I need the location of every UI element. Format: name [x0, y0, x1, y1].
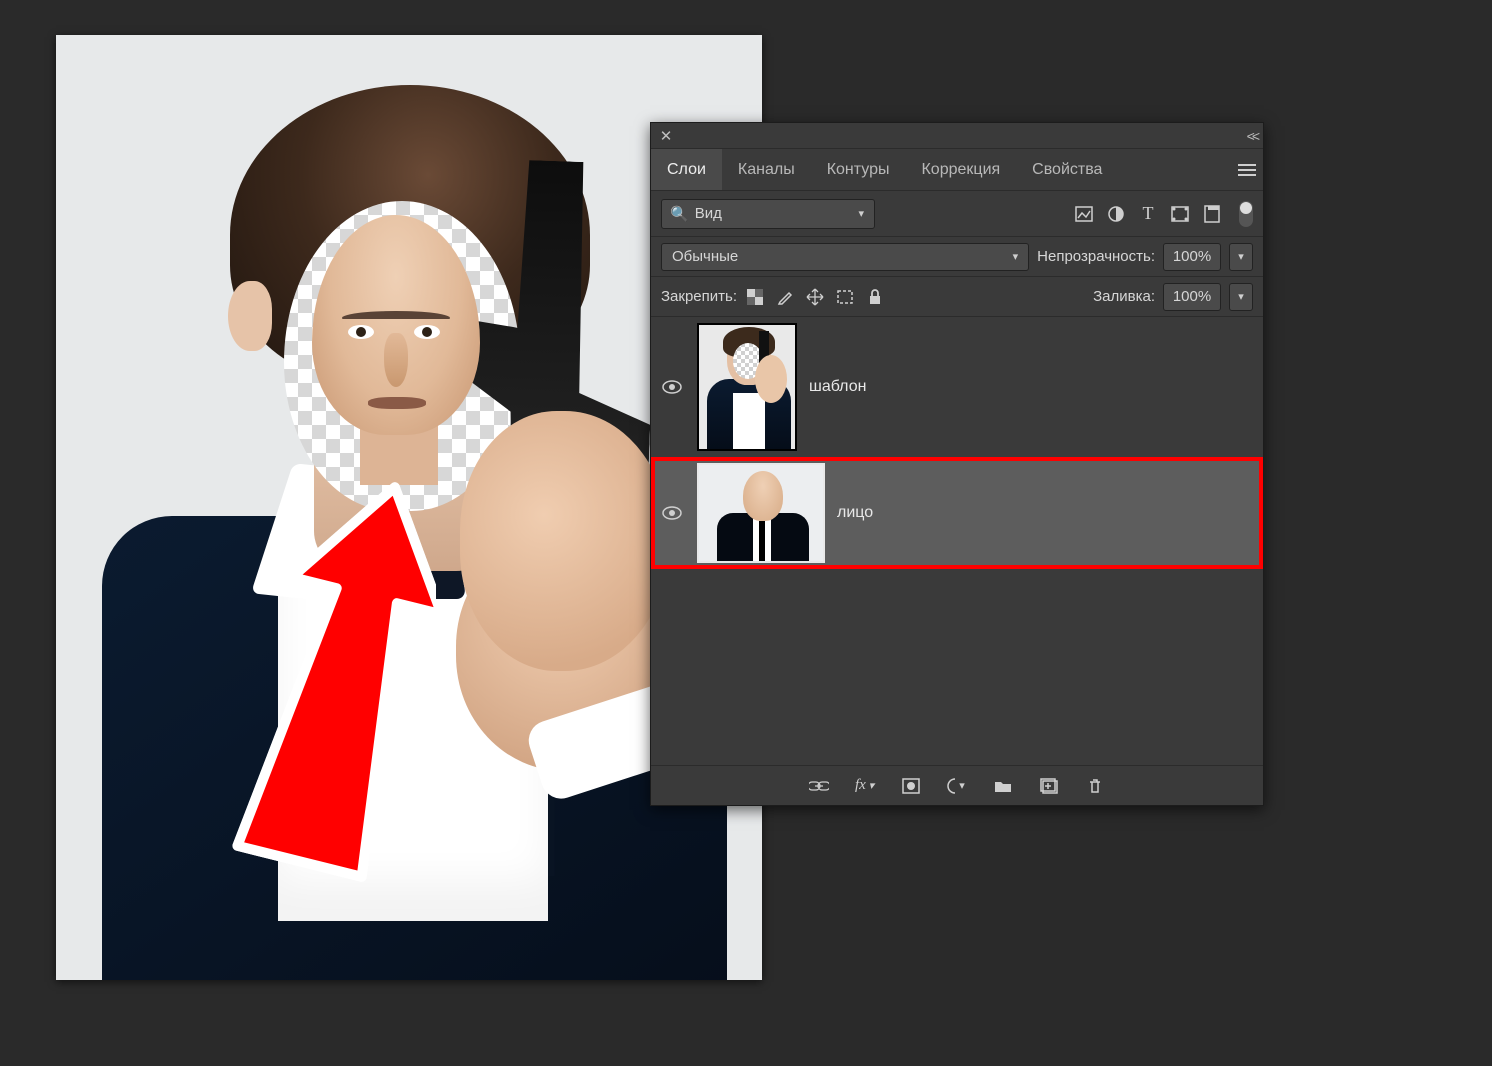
layer-filter-row: 🔍 Вид ▾ T: [651, 191, 1263, 237]
layers-panel-footer: fx▾ ▾: [651, 765, 1263, 805]
filter-toggle[interactable]: [1239, 201, 1253, 227]
filter-shape-icon[interactable]: [1171, 205, 1189, 223]
delete-layer-icon[interactable]: [1085, 776, 1105, 796]
layer-row-selected[interactable]: лицо: [651, 457, 1263, 569]
filter-kind-dropdown[interactable]: 🔍 Вид ▾: [661, 199, 875, 229]
add-mask-icon[interactable]: [901, 776, 921, 796]
tab-properties[interactable]: Свойства: [1016, 149, 1118, 190]
collapse-icon[interactable]: <<: [1247, 128, 1257, 144]
link-layers-icon[interactable]: [809, 776, 829, 796]
opacity-label: Непрозрачность:: [1037, 248, 1155, 265]
filter-adjust-icon[interactable]: [1107, 205, 1125, 223]
blend-mode-dropdown[interactable]: Обычные ▾: [661, 243, 1029, 271]
lock-all-icon[interactable]: [865, 287, 885, 307]
tab-paths[interactable]: Контуры: [811, 149, 906, 190]
layer-name[interactable]: шаблон: [809, 378, 866, 396]
blend-opacity-row: Обычные ▾ Непрозрачность: 100% ▾: [651, 237, 1263, 277]
new-group-icon[interactable]: [993, 776, 1013, 796]
fill-label: Заливка:: [1093, 288, 1155, 305]
fill-flyout[interactable]: ▾: [1229, 283, 1253, 311]
layer-list: шаблон лицо: [651, 317, 1263, 765]
close-icon[interactable]: ✕: [657, 127, 675, 145]
lock-pixels-icon[interactable]: [775, 287, 795, 307]
blend-mode-value: Обычные: [672, 248, 738, 265]
layer-thumbnail[interactable]: [697, 463, 825, 563]
panel-menu-icon[interactable]: [1231, 163, 1263, 177]
lock-position-icon[interactable]: [805, 287, 825, 307]
opacity-flyout[interactable]: ▾: [1229, 243, 1253, 271]
visibility-toggle[interactable]: [659, 500, 685, 526]
chevron-down-icon: ▾: [858, 207, 864, 220]
annotation-arrow: [176, 475, 436, 895]
fill-value[interactable]: 100%: [1163, 283, 1221, 311]
filter-pixel-icon[interactable]: [1075, 205, 1093, 223]
opacity-value[interactable]: 100%: [1163, 243, 1221, 271]
chevron-down-icon: ▾: [1013, 250, 1019, 263]
filter-kind-label: Вид: [695, 205, 722, 222]
layer-row[interactable]: шаблон: [651, 317, 1263, 457]
tab-channels[interactable]: Каналы: [722, 149, 811, 190]
panel-titlebar[interactable]: ✕ <<: [651, 123, 1263, 149]
inserted-face: [290, 215, 510, 495]
lock-fill-row: Закрепить: Заливка: 100% ▾: [651, 277, 1263, 317]
search-icon: 🔍: [670, 205, 689, 223]
new-layer-icon[interactable]: [1039, 776, 1059, 796]
fx-icon[interactable]: fx▾: [855, 776, 875, 796]
layer-thumbnail[interactable]: [697, 323, 797, 451]
lock-label: Закрепить:: [661, 288, 737, 305]
layers-panel: ✕ << Слои Каналы Контуры Коррекция Свойс…: [650, 122, 1264, 806]
filter-type-icon[interactable]: T: [1139, 205, 1157, 223]
tab-layers[interactable]: Слои: [651, 149, 722, 190]
new-adjustment-icon[interactable]: ▾: [947, 776, 967, 796]
tab-adjustments[interactable]: Коррекция: [905, 149, 1016, 190]
layer-name[interactable]: лицо: [837, 504, 873, 522]
panel-tabs: Слои Каналы Контуры Коррекция Свойства: [651, 149, 1263, 191]
visibility-toggle[interactable]: [659, 374, 685, 400]
filter-smart-icon[interactable]: [1203, 205, 1221, 223]
lock-artboard-icon[interactable]: [835, 287, 855, 307]
lock-transparency-icon[interactable]: [745, 287, 765, 307]
